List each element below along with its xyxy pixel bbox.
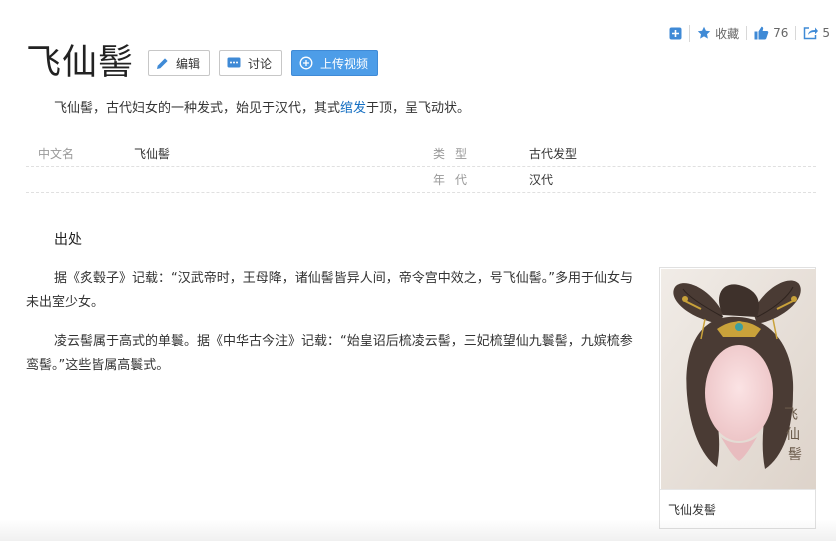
plus-square-icon	[669, 27, 682, 39]
summary-text-end: 于顶，呈飞动状。	[366, 101, 471, 116]
info-item: 类型 古代发型	[421, 141, 816, 166]
figure-calligraphy: 飞	[784, 407, 798, 423]
discuss-button[interactable]: 讨论	[219, 50, 283, 76]
page-title: 飞仙髻	[26, 43, 135, 83]
discuss-button-label: 讨论	[248, 56, 273, 71]
figure-calligraphy: 髻	[788, 447, 802, 463]
upload-video-button[interactable]: 上传视频	[291, 50, 379, 76]
section-title: 出处	[54, 232, 82, 248]
like-button[interactable]: 76	[746, 26, 795, 40]
like-count: 76	[773, 26, 789, 40]
bottom-shadow	[0, 519, 836, 541]
entry-actions: 收藏 76 5	[662, 24, 830, 42]
favorite-button[interactable]: 收藏	[689, 24, 746, 42]
thumbs-up-icon	[754, 26, 769, 40]
info-row: 年代 汉代	[26, 167, 816, 193]
plus-circle-icon	[299, 56, 313, 70]
title-row: 飞仙髻 编辑 讨论 上传视频	[26, 41, 379, 85]
share-button[interactable]: 5	[795, 26, 830, 40]
share-icon	[804, 27, 819, 40]
section-paragraph: 据《炙毂子》记载：“汉武帝时，王母降，诸仙髻皆异人间，帝令宫中效之，号飞仙髻。”…	[26, 271, 633, 310]
upload-video-label: 上传视频	[320, 56, 369, 71]
star-icon	[697, 26, 711, 39]
hairstyle-illustration: 飞 仙 髻	[661, 269, 816, 489]
summary-text-start: 飞仙髻，古代妇女的一种发式，始见于汉代，其式	[54, 101, 341, 116]
info-key: 中文名	[38, 147, 75, 161]
info-value: 飞仙髻	[134, 147, 171, 161]
basic-info-table: 中文名 飞仙髻 类型 古代发型 年代 汉代	[26, 141, 816, 193]
figure-calligraphy: 仙	[786, 427, 800, 443]
favorite-label: 收藏	[715, 26, 740, 41]
lemma-summary: 飞仙髻，古代妇女的一种发式，始见于汉代，其式绾发于顶，呈飞动状。	[26, 97, 816, 121]
add-button[interactable]	[662, 27, 689, 40]
info-row: 中文名 飞仙髻 类型 古代发型	[26, 141, 816, 167]
section-paragraph: 凌云髻属于高式的单鬟。据《中华古今注》记载：“始皇诏后梳凌云髻，三妃梳望仙九鬟髻…	[26, 334, 633, 373]
info-value: 古代发型	[529, 147, 578, 161]
info-value: 汉代	[529, 173, 554, 187]
pencil-icon	[157, 57, 168, 69]
chat-icon	[227, 57, 241, 67]
info-item: 中文名 飞仙髻	[26, 141, 421, 166]
edit-button-label: 编辑	[176, 56, 201, 71]
info-item: 年代 汉代	[421, 167, 816, 192]
info-item-empty	[26, 167, 421, 192]
edit-button[interactable]: 编辑	[148, 50, 211, 76]
figure-card[interactable]: 飞 仙 髻 飞仙发髻	[659, 267, 816, 529]
info-key: 年代	[433, 173, 478, 187]
info-key: 类型	[433, 147, 478, 161]
summary-link[interactable]: 绾发	[340, 101, 366, 116]
share-count: 5	[822, 26, 830, 40]
